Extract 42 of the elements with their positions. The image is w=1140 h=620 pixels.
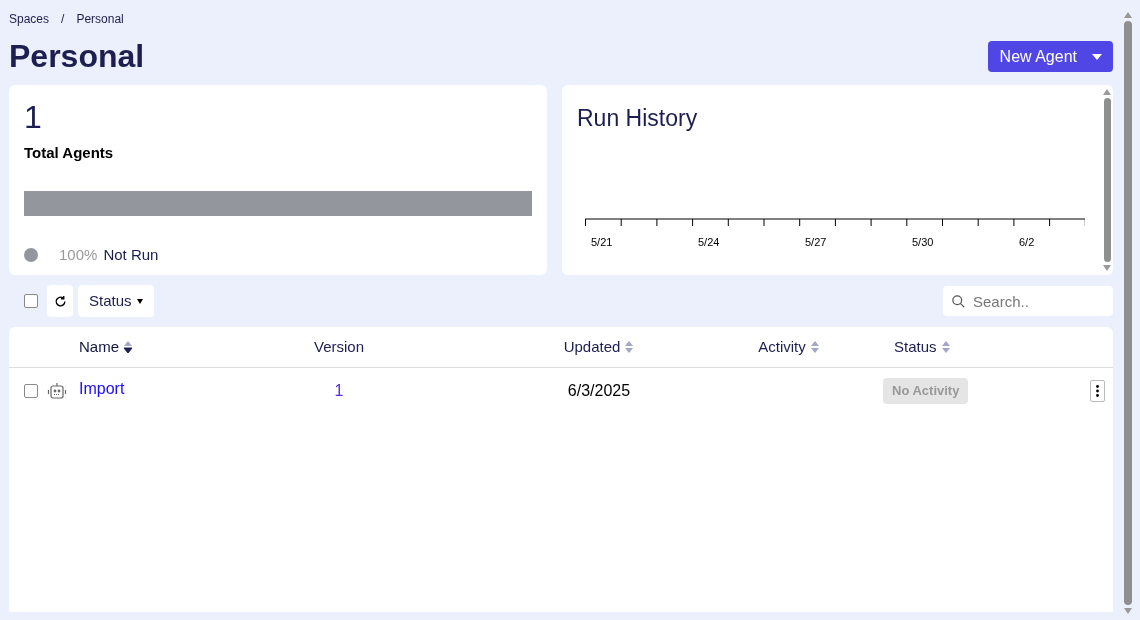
scroll-up-icon[interactable] [1123,12,1132,18]
page-title: Personal [9,40,145,72]
status-filter-button[interactable]: Status [78,285,154,317]
new-agent-button[interactable]: New Agent [987,41,1081,72]
more-icon [1096,385,1099,397]
breadcrumb-link[interactable]: Spaces [9,10,50,28]
scroll-down-icon[interactable] [1103,265,1111,271]
total-agents-label: Total Agents [24,143,115,163]
axis-label: 6/2 [1019,234,1035,250]
refresh-icon [53,294,67,308]
updated-cell-text: 6/3/2025 [566,381,632,401]
axis-label: 5/21 [591,234,613,250]
robot-icon [47,382,67,400]
more-options-button[interactable] [1090,380,1105,402]
search-icon [951,294,966,309]
column-header[interactable]: Status [894,335,937,359]
checkbox[interactable] [24,384,38,398]
run-history-title: Run History [577,104,699,133]
scroll-down-icon[interactable] [1123,608,1132,614]
column-header[interactable]: Updated [563,335,621,359]
checkbox[interactable] [24,294,38,308]
caret-icon [1092,53,1102,60]
search-field[interactable]: Search.. [943,286,1113,316]
caret-icon [136,298,143,304]
column-header[interactable]: Name [79,335,119,359]
axis-label: 5/27 [805,234,827,250]
legend-percent: 100% [59,244,98,265]
scroll-up-icon[interactable] [1103,89,1111,95]
axis-label: 5/24 [698,234,720,250]
column-header[interactable]: Version [313,335,364,359]
legend-label: Not Run [103,244,159,265]
breadcrumb-link[interactable]: Personal [76,10,124,28]
sort-icon[interactable] [123,340,133,354]
column-header[interactable]: Activity [758,335,806,359]
agent-count: 1 [24,101,43,133]
axis-label: 5/30 [912,234,934,250]
breadcrumb-separator: / [61,11,65,28]
agent-name-link[interactable]: Import [79,377,279,401]
version-cell-text: 1 [333,381,345,401]
status-badge: No Activity [883,378,969,404]
dropdown-button[interactable] [1081,41,1113,72]
refresh-button[interactable] [47,285,73,317]
